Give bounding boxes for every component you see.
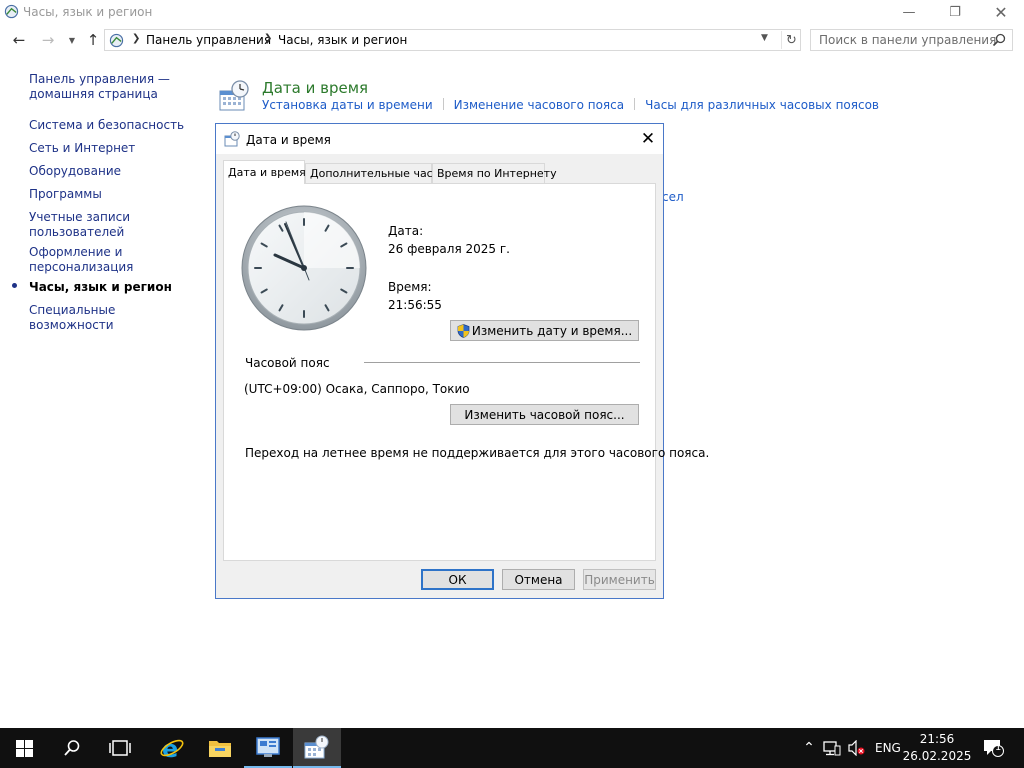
search-icon[interactable] bbox=[992, 33, 1006, 47]
dst-note: Переход на летнее время не поддерживаетс… bbox=[245, 446, 710, 460]
forward-arrow-icon[interactable]: → bbox=[38, 29, 58, 51]
control-panel-window: Часы, язык и регион — ❐ ✕ ← → ▼ ↑ ❯ Пане… bbox=[0, 0, 1024, 728]
category-title[interactable]: Дата и время bbox=[262, 79, 368, 97]
tab-additional-clocks[interactable]: Дополнительные часы bbox=[305, 163, 441, 183]
notifications-icon[interactable]: 1 bbox=[982, 728, 1004, 768]
sidebar-item-system-security[interactable]: Система и безопасность bbox=[29, 118, 194, 133]
internet-explorer-icon: e bbox=[160, 735, 184, 761]
tab-internet-time[interactable]: Время по Интернету bbox=[432, 163, 557, 183]
timezone-divider bbox=[364, 362, 640, 363]
breadcrumb-separator-icon[interactable]: ❯ bbox=[132, 33, 140, 44]
timezone-header: Часовой пояс bbox=[245, 356, 330, 370]
input-language-indicator[interactable]: ENG bbox=[875, 728, 901, 768]
link-divider bbox=[442, 98, 444, 110]
maximize-button[interactable]: ❐ bbox=[932, 0, 978, 25]
title-bar[interactable]: Часы, язык и регион — ❐ ✕ bbox=[0, 0, 1024, 25]
breadcrumb-clock-region[interactable]: Часы, язык и регион bbox=[278, 33, 407, 47]
file-explorer-button[interactable] bbox=[196, 728, 244, 768]
search-input[interactable]: Поиск в панели управления bbox=[810, 29, 1013, 51]
taskbar-clock[interactable]: 21:56 26.02.2025 bbox=[902, 731, 972, 765]
address-bar[interactable]: ❯ Панель управления ❯ Часы, язык и регио… bbox=[104, 29, 801, 51]
notification-count: 1 bbox=[995, 742, 1002, 753]
change-date-time-button[interactable]: Изменить дату и время... bbox=[450, 320, 639, 341]
start-button[interactable] bbox=[0, 728, 48, 768]
window-title: Часы, язык и регион bbox=[23, 5, 153, 19]
analog-clock-icon bbox=[241, 205, 367, 331]
show-hidden-icons-chevron-icon[interactable]: ⌃ bbox=[800, 728, 818, 768]
network-icon[interactable] bbox=[823, 728, 841, 768]
tab-date-time[interactable]: Дата и время bbox=[223, 160, 306, 184]
close-button[interactable]: ✕ bbox=[978, 0, 1024, 25]
partially-hidden-link[interactable]: сел bbox=[662, 190, 684, 204]
sidebar-item-user-accounts[interactable]: Учетные записи пользователей bbox=[29, 210, 139, 240]
navigation-bar: ← → ▼ ↑ ❯ Панель управления ❯ Часы, язык… bbox=[0, 25, 1024, 55]
time-value: 21:56:55 bbox=[388, 298, 442, 312]
dialog-title-bar[interactable]: Дата и время ✕ bbox=[216, 124, 663, 154]
set-date-time-link[interactable]: Установка даты и времени bbox=[262, 98, 433, 112]
date-label: Дата: bbox=[388, 224, 424, 238]
date-time-calendar-icon bbox=[224, 131, 240, 147]
change-timezone-link[interactable]: Изменение часового пояса bbox=[454, 98, 624, 112]
ok-button[interactable]: ОК bbox=[421, 569, 494, 590]
change-date-time-label: Изменить дату и время... bbox=[471, 323, 633, 338]
control-panel-icon bbox=[4, 4, 19, 19]
windows-logo-icon bbox=[15, 739, 33, 757]
taskbar: e ⌃ ENG 21:56 26.02.2025 1 bbox=[0, 728, 1024, 768]
control-panel-taskbar-button[interactable] bbox=[293, 728, 341, 768]
volume-muted-icon[interactable] bbox=[848, 728, 866, 768]
task-view-button[interactable] bbox=[96, 728, 144, 768]
link-divider bbox=[634, 98, 636, 110]
breadcrumb-control-panel[interactable]: Панель управления bbox=[146, 33, 271, 47]
sidebar-item-accessibility[interactable]: Специальные возможности bbox=[29, 303, 194, 333]
control-panel-icon bbox=[109, 33, 124, 48]
sidebar-item-home[interactable]: Панель управления — домашняя страница bbox=[29, 72, 194, 102]
sidebar-item-hardware[interactable]: Оборудование bbox=[29, 164, 194, 179]
address-dropdown-chevron-icon[interactable]: ▼ bbox=[761, 33, 768, 43]
active-item-bullet bbox=[12, 283, 17, 288]
date-value: 26 февраля 2025 г. bbox=[388, 242, 510, 256]
dialog-title: Дата и время bbox=[246, 133, 331, 147]
cancel-button[interactable]: Отмена bbox=[502, 569, 575, 590]
up-arrow-icon[interactable]: ↑ bbox=[83, 29, 103, 51]
folder-icon bbox=[209, 741, 231, 757]
date-time-calendar-icon bbox=[304, 735, 329, 759]
change-timezone-button[interactable]: Изменить часовой пояс... bbox=[450, 404, 639, 425]
refresh-icon[interactable]: ↻ bbox=[781, 31, 801, 49]
search-icon bbox=[64, 740, 80, 756]
internet-explorer-button[interactable]: e bbox=[148, 728, 196, 768]
server-manager-button[interactable] bbox=[244, 728, 292, 768]
server-manager-icon bbox=[256, 737, 280, 757]
sidebar-item-programs[interactable]: Программы bbox=[29, 187, 194, 202]
dialog-close-button[interactable]: ✕ bbox=[636, 127, 660, 151]
date-time-calendar-icon bbox=[219, 80, 249, 111]
apply-button[interactable]: Применить bbox=[583, 569, 656, 590]
taskbar-time: 21:56 bbox=[919, 732, 955, 746]
category-links: Установка даты и времени Изменение часово… bbox=[262, 98, 879, 112]
taskbar-date: 26.02.2025 bbox=[902, 749, 972, 763]
recent-locations-chevron-icon[interactable]: ▼ bbox=[62, 29, 82, 51]
sidebar-item-appearance[interactable]: Оформление и персонализация bbox=[29, 245, 139, 275]
timezone-value: (UTC+09:00) Осака, Саппоро, Токио bbox=[244, 382, 470, 396]
additional-clocks-link[interactable]: Часы для различных часовых поясов bbox=[645, 98, 879, 112]
date-time-dialog: Дата и время ✕ Дата и время Дополнительн… bbox=[215, 123, 709, 599]
sidebar-item-network[interactable]: Сеть и Интернет bbox=[29, 141, 194, 156]
task-view-icon bbox=[109, 740, 131, 756]
breadcrumb-separator-icon[interactable]: ❯ bbox=[264, 33, 272, 44]
search-button[interactable] bbox=[48, 728, 96, 768]
search-placeholder: Поиск в панели управления bbox=[819, 33, 997, 47]
sidebar-item-clock-region[interactable]: Часы, язык и регион bbox=[29, 280, 194, 295]
uac-shield-icon bbox=[457, 323, 470, 338]
time-label: Время: bbox=[388, 280, 432, 294]
minimize-button[interactable]: — bbox=[886, 0, 932, 25]
back-arrow-icon[interactable]: ← bbox=[9, 29, 29, 51]
tab-panel: Дата: 26 февраля 2025 г. Время: 21:56:55… bbox=[223, 183, 709, 561]
